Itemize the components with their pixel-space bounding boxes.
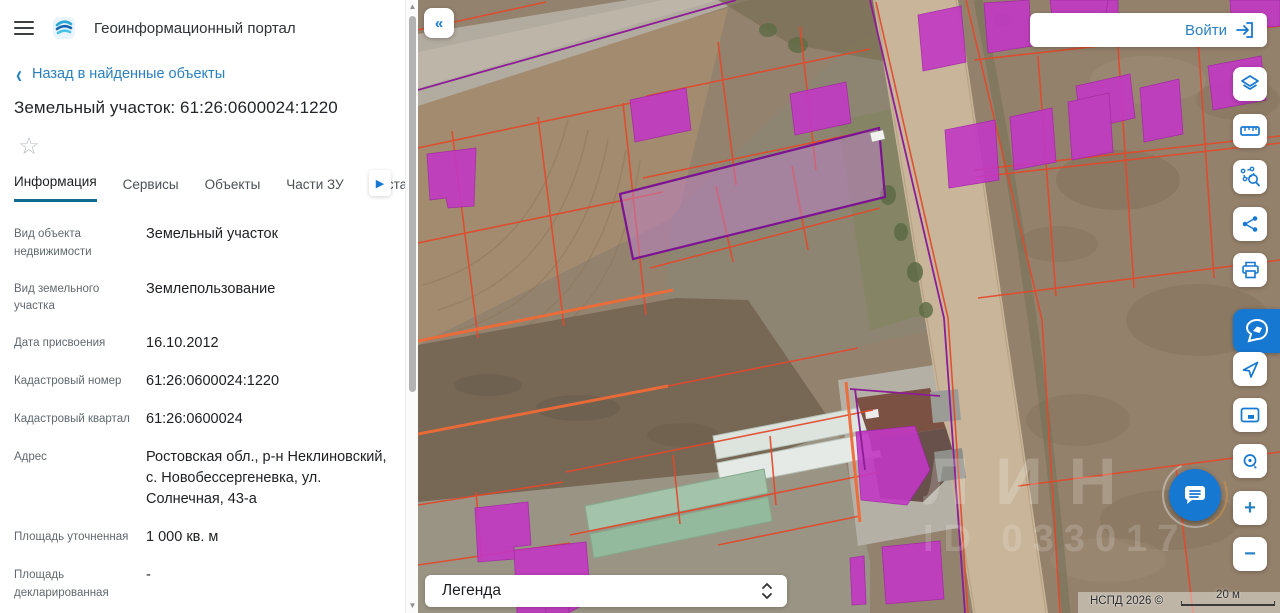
plus-icon: +	[1244, 496, 1256, 519]
field-row: Площадь декларированная -	[14, 567, 151, 600]
scroll-up-icon[interactable]: ▲	[406, 0, 419, 14]
layers-button[interactable]	[1233, 67, 1267, 101]
share-button[interactable]	[1233, 207, 1267, 241]
app-header: Геоинформационный портал	[0, 0, 405, 40]
chat-bubble-icon	[1185, 486, 1205, 504]
scale-line	[1181, 601, 1275, 606]
area-search-icon	[1240, 166, 1260, 187]
field-row: Адрес Ростовская обл., р-н Неклиновский,…	[14, 449, 387, 508]
info-panel: Геоинформационный портал ‹ Назад в найде…	[0, 0, 418, 613]
chevron-left-icon: ‹	[16, 60, 22, 88]
field-row: Вид объекта недвижимости Земельный участ…	[14, 226, 278, 258]
object-card-button[interactable]	[1233, 309, 1280, 353]
layers-icon	[1241, 75, 1259, 90]
legend-bar[interactable]: Легенда	[425, 575, 787, 607]
chat-button[interactable]	[1169, 469, 1221, 521]
page-title: Земельный участок: 61:26:0600024:1220	[14, 98, 338, 117]
expand-collapse-icon	[762, 583, 772, 599]
search-location-button[interactable]	[1233, 444, 1267, 478]
field-row: Площадь уточненная 1 000 кв. м	[14, 529, 219, 546]
back-link[interactable]: ‹ Назад в найденные объекты	[0, 40, 405, 88]
login-button[interactable]: Войти	[1030, 13, 1267, 47]
printer-icon	[1241, 261, 1259, 279]
panel-scrollbar[interactable]: ▲ ▼	[405, 0, 418, 613]
minimap-icon	[1240, 407, 1260, 423]
area-search-button[interactable]	[1233, 160, 1267, 194]
scroll-down-icon[interactable]: ▼	[406, 599, 419, 613]
zoom-out-button[interactable]: −	[1233, 537, 1267, 571]
ruler-icon	[1240, 126, 1260, 136]
object-pin-icon	[1245, 318, 1268, 343]
navigation-arrow-icon	[1242, 361, 1258, 378]
collapse-panel-button[interactable]: «	[424, 8, 454, 38]
tab-services[interactable]: Сервисы	[123, 177, 179, 202]
map-viewport[interactable]: ЛИН ID 033017 « Войти	[418, 0, 1280, 613]
attribute-list: Вид объекта недвижимости Земельный участ…	[0, 202, 405, 613]
geo-portal-logo	[53, 17, 75, 39]
print-button[interactable]	[1233, 253, 1267, 287]
minimap-button[interactable]	[1233, 398, 1267, 432]
double-chevron-left-icon: «	[434, 14, 444, 32]
app-title: Геоинформационный портал	[94, 19, 296, 37]
field-row: Кадастровый квартал 61:26:0600024	[14, 411, 243, 428]
satellite-map[interactable]	[418, 0, 1280, 613]
star-icon[interactable]: ☆	[14, 132, 44, 162]
field-row: Вид земельного участка Землепользование	[14, 280, 276, 313]
scrollbar-thumb[interactable]	[409, 16, 416, 392]
chevron-right-icon[interactable]: ▶	[369, 170, 391, 196]
share-icon	[1242, 216, 1258, 232]
locate-button[interactable]	[1233, 352, 1267, 386]
measure-button[interactable]	[1233, 114, 1267, 148]
minus-icon: −	[1244, 542, 1256, 565]
chat-widget	[1152, 452, 1238, 538]
tab-bar: Информация Сервисы Объекты Части ЗУ Сост…	[0, 162, 405, 202]
tab-objects[interactable]: Объекты	[205, 177, 261, 202]
field-row: Дата присвоения 16.10.2012	[14, 335, 219, 352]
map-attribution: НСПД 2026 ©	[1090, 595, 1164, 607]
legend-label: Легенда	[442, 582, 501, 599]
scale-label: 20 м	[1216, 589, 1240, 601]
tab-parcel-parts[interactable]: Части ЗУ	[286, 177, 343, 202]
field-row: Кадастровый номер 61:26:0600024:1220	[14, 373, 280, 390]
login-icon	[1236, 22, 1253, 38]
search-location-icon	[1243, 453, 1257, 468]
tab-information[interactable]: Информация	[14, 174, 97, 202]
zoom-in-button[interactable]: +	[1233, 491, 1267, 525]
scale-bar: 20 м	[1181, 589, 1275, 606]
hamburger-icon[interactable]	[14, 21, 34, 35]
